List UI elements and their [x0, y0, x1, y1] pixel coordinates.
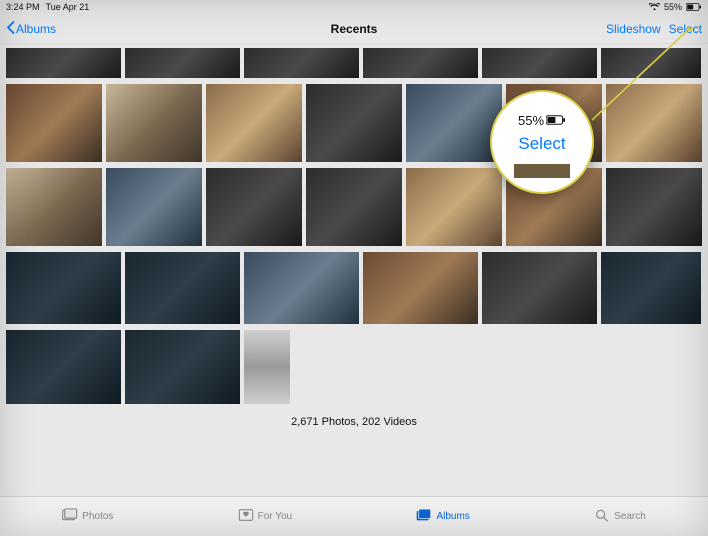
- photo-thumbnail[interactable]: [6, 48, 121, 78]
- tab-photos[interactable]: Photos: [62, 508, 113, 525]
- photo-thumbnail[interactable]: [6, 252, 121, 324]
- photo-thumbnail[interactable]: [363, 252, 478, 324]
- for-you-icon: [238, 508, 254, 525]
- search-icon: [594, 508, 610, 525]
- albums-icon: [416, 508, 432, 525]
- photo-thumbnail[interactable]: [406, 168, 502, 246]
- photo-thumbnail[interactable]: [125, 252, 240, 324]
- tab-label: Photos: [82, 511, 113, 522]
- callout-thumbnail-strip: [514, 164, 570, 178]
- photo-thumbnail[interactable]: [306, 84, 402, 162]
- photo-thumbnail[interactable]: [606, 168, 702, 246]
- back-button[interactable]: Albums: [6, 21, 56, 37]
- callout-battery-pct: 55%: [518, 113, 544, 128]
- battery-icon: [546, 113, 566, 128]
- tab-albums[interactable]: Albums: [416, 508, 469, 525]
- zoom-callout: 55% Select: [490, 90, 594, 194]
- photo-thumbnail[interactable]: [406, 84, 502, 162]
- back-label: Albums: [16, 22, 56, 36]
- nav-bar: Albums Recents Slideshow Select: [0, 14, 708, 44]
- photo-thumbnail[interactable]: [606, 84, 702, 162]
- status-date: Tue Apr 21: [46, 2, 90, 12]
- tab-label: Albums: [436, 511, 469, 522]
- photo-thumbnail[interactable]: [106, 84, 202, 162]
- tab-search[interactable]: Search: [594, 508, 646, 525]
- wifi-icon: [649, 3, 660, 11]
- photo-thumbnail[interactable]: [6, 330, 121, 404]
- photo-thumbnail[interactable]: [6, 84, 102, 162]
- callout-select-label: Select: [518, 134, 565, 154]
- photo-thumbnail[interactable]: [363, 48, 478, 78]
- battery-icon: [686, 3, 702, 11]
- slideshow-button[interactable]: Slideshow: [606, 22, 661, 36]
- photo-thumbnail[interactable]: [306, 168, 402, 246]
- photo-thumbnail[interactable]: [206, 84, 302, 162]
- photo-thumbnail[interactable]: [244, 48, 359, 78]
- status-bar: 3:24 PM Tue Apr 21 55%: [0, 0, 708, 14]
- page-title: Recents: [331, 22, 378, 36]
- photo-thumbnail[interactable]: [125, 330, 240, 404]
- tab-label: Search: [614, 511, 646, 522]
- photo-thumbnail[interactable]: [244, 252, 359, 324]
- photo-thumbnail[interactable]: [6, 168, 102, 246]
- photo-thumbnail[interactable]: [482, 48, 597, 78]
- tab-for-you[interactable]: For You: [238, 508, 292, 525]
- photo-summary: 2,671 Photos, 202 Videos: [6, 410, 702, 432]
- tab-bar: Photos For You Albums Search: [0, 496, 708, 536]
- photo-grid: 2,671 Photos, 202 Videos: [0, 44, 708, 432]
- photo-thumbnail[interactable]: [482, 252, 597, 324]
- photo-thumbnail[interactable]: [125, 48, 240, 78]
- chevron-left-icon: [6, 21, 16, 37]
- tab-label: For You: [258, 511, 292, 522]
- photo-thumbnail[interactable]: [106, 168, 202, 246]
- photo-thumbnail[interactable]: [244, 330, 290, 404]
- status-battery-pct: 55%: [664, 2, 682, 12]
- photos-icon: [62, 508, 78, 525]
- photo-thumbnail[interactable]: [206, 168, 302, 246]
- photo-thumbnail[interactable]: [601, 48, 701, 78]
- select-button[interactable]: Select: [669, 22, 702, 36]
- status-time: 3:24 PM: [6, 2, 40, 12]
- photo-thumbnail[interactable]: [601, 252, 701, 324]
